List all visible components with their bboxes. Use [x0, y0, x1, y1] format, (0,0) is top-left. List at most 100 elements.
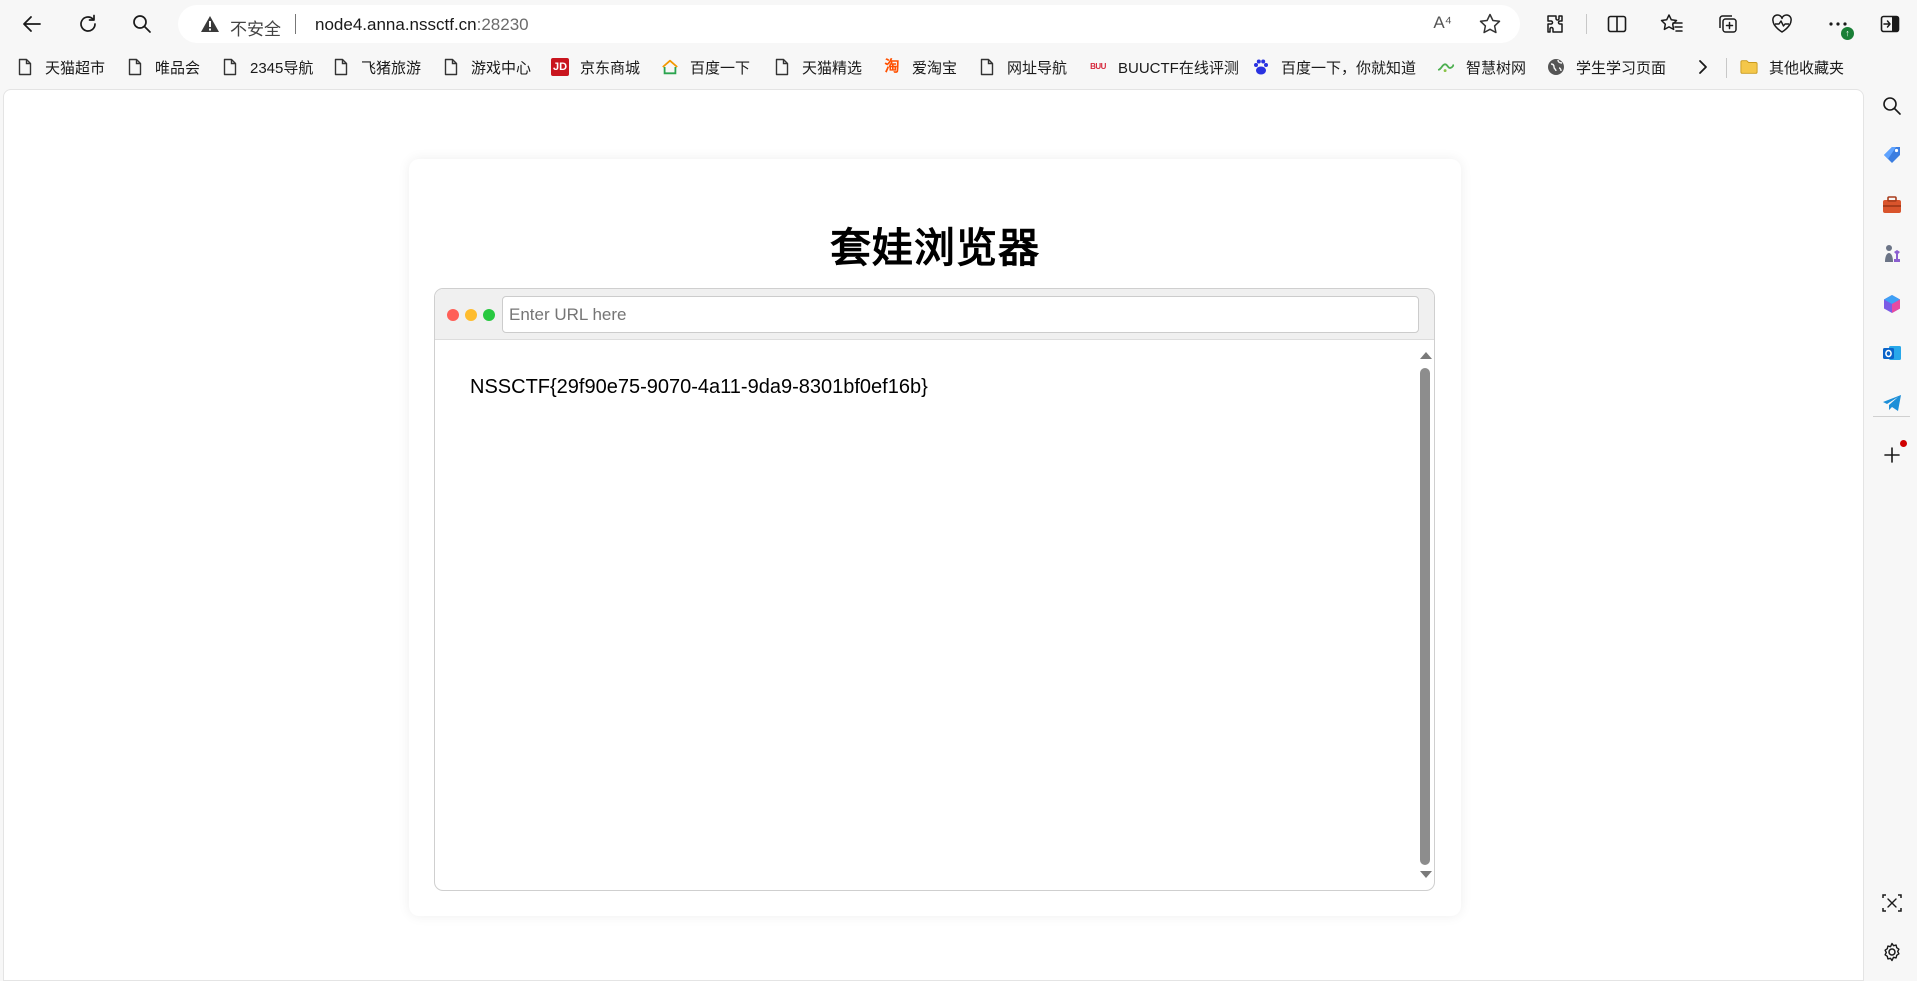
scroll-down-arrow-icon[interactable] [1420, 871, 1432, 878]
bookmark-item[interactable]: BUU BUUCTF在线评测 [1089, 55, 1239, 79]
split-screen-icon [1607, 15, 1627, 33]
buuctf-icon: BUU [1090, 62, 1106, 71]
favorites-icon [1660, 14, 1683, 32]
split-screen-button[interactable] [1599, 6, 1635, 42]
collections-icon [1719, 15, 1737, 33]
url-host: node4.anna.nssctf.cn [315, 15, 477, 34]
bookmark-label: 京东商城 [580, 59, 641, 77]
sidebar-divider [1873, 416, 1910, 417]
bookmark-item[interactable]: 百度一下，你就知道 [1252, 55, 1416, 79]
browser-toolbar: 不安全 node4.anna.nssctf.cn:28230 A⁴ ↑ [0, 0, 1917, 48]
back-button[interactable] [14, 6, 50, 42]
bookmark-item[interactable]: 百度一下 [661, 55, 750, 79]
page-icon [978, 58, 996, 76]
warning-icon[interactable] [200, 15, 220, 38]
sidebar-copilot-button[interactable] [1874, 286, 1910, 322]
address-bar[interactable]: 不安全 node4.anna.nssctf.cn:28230 A⁴ [178, 5, 1520, 43]
update-badge: ↑ [1841, 27, 1854, 40]
search-icon [133, 15, 151, 33]
bookmark-folder-other[interactable]: 其他收藏夹 [1740, 55, 1844, 79]
sidebar-games-button[interactable] [1874, 236, 1910, 272]
close-dot-icon [447, 309, 459, 321]
add-icon [1884, 447, 1900, 463]
settings-icon [1884, 942, 1900, 962]
search-button[interactable] [124, 6, 160, 42]
favorites-button[interactable] [1654, 6, 1690, 42]
read-aloud-icon[interactable]: A⁴ [1433, 13, 1452, 33]
security-label[interactable]: 不安全 [230, 15, 281, 40]
page-icon [221, 58, 239, 76]
more-button[interactable]: ↑ [1820, 6, 1856, 42]
nested-browser-titlebar [435, 289, 1434, 340]
bookmark-item[interactable]: 游戏中心 [442, 55, 531, 79]
copilot-icon [1884, 295, 1900, 313]
bookmark-item[interactable]: 2345导航 [221, 55, 313, 79]
sidebar-shopping-button[interactable] [1874, 137, 1910, 173]
bookmark-label: BUUCTF在线评测 [1118, 59, 1239, 77]
bookmark-item[interactable]: 飞猪旅游 [332, 55, 421, 79]
search-icon [1883, 97, 1901, 115]
sidebar-screenshot-button[interactable] [1874, 885, 1910, 921]
page-icon [16, 58, 34, 76]
nested-browser-window: NSSCTF{29f90e75-9070-4a11-9da9-8301bf0ef… [434, 288, 1435, 891]
back-icon [23, 16, 41, 32]
bookmarks-bar: 天猫超市 唯品会 2345导航 飞猪旅游 游戏中心 JD 京东商城 百度一下 天… [0, 48, 1917, 86]
maximize-dot-icon [483, 309, 495, 321]
page-icon [773, 58, 791, 76]
telegram-icon [1883, 395, 1901, 411]
page-viewport: 套娃浏览器 NSSCTF{29f90e75-9070-4a11-9da9-830… [3, 89, 1864, 981]
bookmarks-overflow-button[interactable] [1697, 55, 1709, 79]
sidebar-outlook-button[interactable] [1874, 335, 1910, 371]
bookmark-item[interactable]: 智慧树网 [1437, 55, 1526, 79]
zhihuishu-icon [1437, 58, 1455, 76]
sidebar-settings-button[interactable] [1874, 934, 1910, 970]
sidebar-toggle-icon [1880, 15, 1900, 33]
nested-browser-content: NSSCTF{29f90e75-9070-4a11-9da9-8301bf0ef… [435, 340, 1434, 890]
screenshot-icon [1882, 894, 1902, 912]
bookmark-label: 爱淘宝 [912, 59, 958, 77]
chevron-right-icon [1699, 60, 1707, 74]
main-card: 套娃浏览器 NSSCTF{29f90e75-9070-4a11-9da9-830… [409, 159, 1461, 916]
sidebar-add-button[interactable] [1874, 437, 1910, 473]
globe-icon [1547, 58, 1565, 76]
extensions-button[interactable] [1538, 6, 1574, 42]
browser-essentials-button[interactable] [1764, 6, 1800, 42]
favorite-star-icon[interactable] [1478, 12, 1502, 41]
bookmark-label: 天猫超市 [45, 59, 106, 77]
url-input[interactable] [502, 296, 1419, 333]
bookmark-item[interactable]: 天猫超市 [16, 55, 105, 79]
refresh-button[interactable] [70, 6, 106, 42]
flag-text: NSSCTF{29f90e75-9070-4a11-9da9-8301bf0ef… [470, 376, 928, 398]
outlook-icon [1883, 346, 1901, 360]
scroll-thumb[interactable] [1420, 368, 1430, 865]
taobao-icon: 淘 [884, 58, 900, 75]
page-title: 套娃浏览器 [830, 225, 1040, 271]
bookmark-item[interactable]: 唯品会 [126, 55, 200, 79]
bookmark-item[interactable]: 网址导航 [978, 55, 1067, 79]
url-text[interactable]: node4.anna.nssctf.cn:28230 [315, 15, 529, 35]
sidebar-search-button[interactable] [1874, 88, 1910, 124]
folder-icon [1740, 58, 1758, 76]
sidebar-toggle-button[interactable] [1872, 6, 1908, 42]
baidu-paw-icon [1252, 58, 1270, 76]
sidebar-tools-button[interactable] [1874, 187, 1910, 223]
bookmark-label: 百度一下，你就知道 [1281, 59, 1417, 77]
tools-icon [1883, 196, 1901, 213]
chess-icon [1885, 245, 1900, 262]
2345-house-icon [661, 58, 679, 76]
edge-sidebar [1866, 86, 1917, 981]
page-icon [442, 58, 460, 76]
bookmarks-divider [1726, 58, 1727, 78]
url-port: :28230 [476, 15, 529, 34]
bookmark-item[interactable]: 淘 爱淘宝 [883, 55, 957, 79]
collections-button[interactable] [1710, 6, 1746, 42]
bookmark-item[interactable]: 天猫精选 [773, 55, 862, 79]
bookmark-label: 百度一下 [690, 59, 751, 77]
minimize-dot-icon [465, 309, 477, 321]
vertical-scrollbar[interactable] [1418, 340, 1432, 890]
bookmark-label: 游戏中心 [471, 59, 532, 77]
extensions-icon [1547, 15, 1563, 33]
scroll-up-arrow-icon[interactable] [1420, 352, 1432, 359]
bookmark-item[interactable]: JD 京东商城 [551, 55, 640, 79]
bookmark-item[interactable]: 学生学习页面 [1547, 55, 1666, 79]
